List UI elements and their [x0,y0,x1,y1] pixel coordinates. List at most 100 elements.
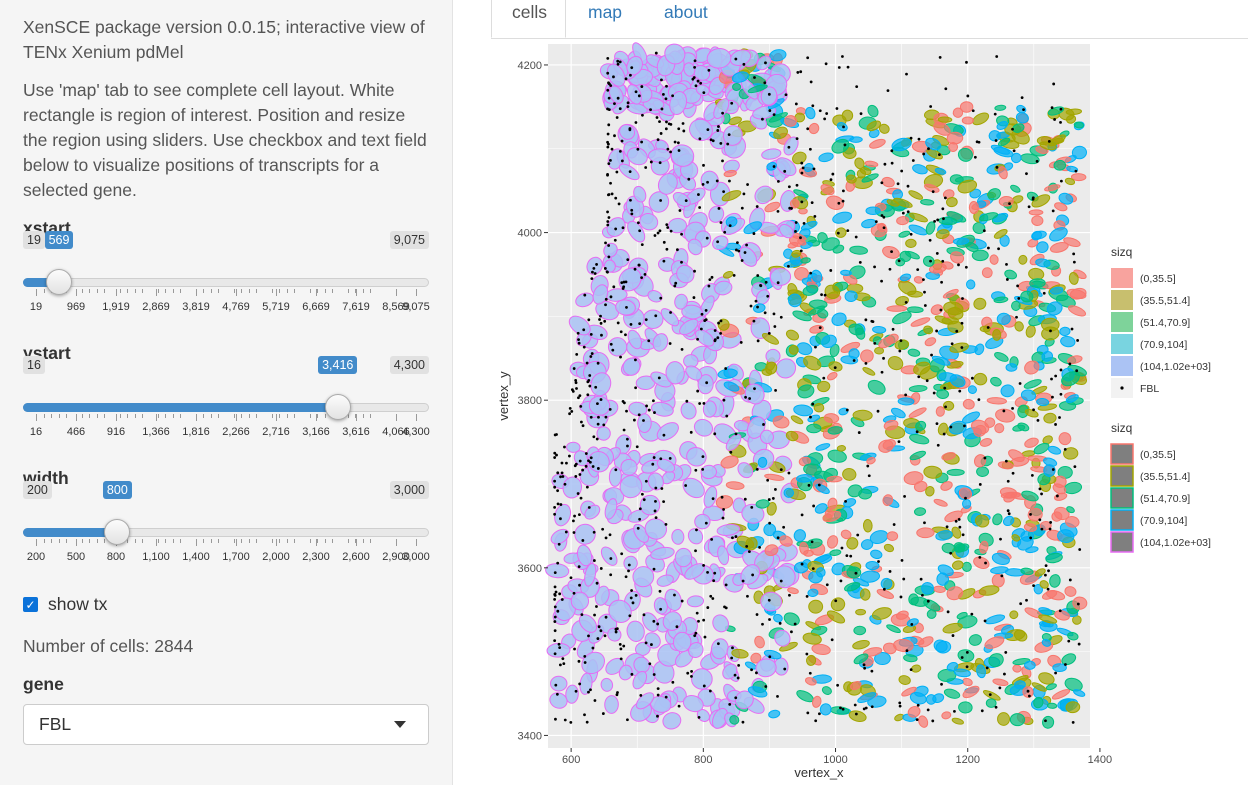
transcript-point [593,272,597,275]
cell-polygon [1009,610,1019,620]
cell-polygon [658,257,676,272]
xstart-slider[interactable]: 19 9,075 569 19 969 1,919 2,869 3,819 4,769 5,719… [23,227,430,313]
minor-tick [172,539,174,543]
transcript-point [766,294,770,298]
cell-polygon [906,618,919,627]
tab-about[interactable]: about [664,0,708,38]
transcript-point [606,88,610,92]
cell-polygon [803,308,815,317]
cell-polygon [806,276,818,289]
transcript-point [741,579,745,583]
major-tick [276,414,277,421]
cell-polygon [1009,713,1026,727]
cell-polygon [794,112,806,123]
cell-polygon [701,283,721,304]
tab-cells[interactable]: cells [491,0,566,38]
checkbox-check-icon[interactable]: ✓ [23,597,38,612]
transcript-point [766,478,770,482]
tick-label: 916 [106,426,126,438]
cell-polygon [1041,638,1052,647]
cell-polygon [894,339,910,350]
cell-polygon [883,543,895,553]
transcript-point [753,387,756,391]
cell-polygon [700,170,719,191]
transcript-point [741,720,745,724]
cell-polygon [643,532,658,547]
xstart-max-badge: 9,075 [389,231,429,249]
cell-polygon [867,695,887,708]
cell-polygon [933,383,946,392]
ystart-handle[interactable] [324,394,351,420]
cell-polygon [728,443,747,458]
show-tx-checkbox[interactable]: ✓ show tx [23,594,107,615]
ystart-value-badge: 3,416 [318,356,358,374]
cell-polygon [1044,184,1061,192]
cell-polygon [606,63,626,87]
cell-polygon [554,503,572,527]
chevron-down-icon[interactable] [394,721,406,728]
cell-polygon [965,241,979,253]
transcript-point [1031,197,1035,201]
cell-polygon [770,63,791,85]
cell-polygon [913,361,931,375]
transcript-point [1040,527,1044,531]
transcript-point [624,280,628,284]
cell-polygon [1023,305,1038,317]
cell-polygon [652,660,675,684]
cell-polygon [820,186,835,196]
cell-polygon [683,354,699,369]
cell-polygon [843,142,855,155]
xstart-track[interactable] [23,278,429,287]
transcript-point [823,293,827,297]
cell-polygon [892,139,911,151]
gene-select[interactable]: FBL [23,704,429,745]
cell-polygon [1042,715,1055,729]
minor-tick [362,414,364,418]
cell-polygon [824,508,834,519]
transcript-point [880,279,883,283]
cell-polygon [587,450,610,473]
transcript-point [936,443,940,447]
cell-polygon [949,342,969,353]
cell-polygon [941,216,953,229]
cell-polygon [704,111,725,127]
transcript-point [612,285,616,289]
cell-polygon [845,169,856,181]
major-tick [196,539,197,546]
cell-polygon [886,199,900,207]
cell-polygon [1048,284,1066,295]
transcript-point [702,163,705,167]
legend-label: (104,1.02e+03] [1140,361,1211,373]
minor-tick [248,539,250,543]
cell-polygon [546,642,571,658]
cell-polygon [967,385,977,394]
transcript-point [949,551,953,555]
cell-polygon [857,692,877,704]
transcript-point [633,267,637,271]
xstart-handle[interactable] [46,269,73,295]
tab-map[interactable]: map [588,0,622,38]
cell-polygon [1002,162,1014,171]
cell-polygon [636,60,650,86]
cell-polygon [737,120,757,133]
cell-polygon [790,259,803,268]
transcript-point [735,248,738,252]
width-max-badge: 3,000 [389,481,429,499]
transcript-point [787,185,791,189]
cell-polygon [590,274,609,296]
width-slider[interactable]: 200 3,000 800 200 500 800 1,100 1,400 1,700 2,000… [23,477,430,563]
transcript-point [1035,159,1039,163]
minor-tick [81,289,83,293]
cell-polygon [826,610,846,624]
ystart-slider[interactable]: 16 4,300 3,416 16 466 916 1,366 1,816 2,266 2,716… [23,352,430,438]
cell-polygon [979,438,993,447]
transcript-point [1054,374,1058,378]
minor-tick [279,414,281,418]
cell-polygon [946,678,964,685]
cell-polygon [990,566,1009,575]
transcript-point [664,127,668,131]
cell-polygon [908,224,928,236]
cell-polygon [623,555,638,571]
cell-polygon [979,212,999,222]
tick-label: 2,716 [262,426,290,438]
